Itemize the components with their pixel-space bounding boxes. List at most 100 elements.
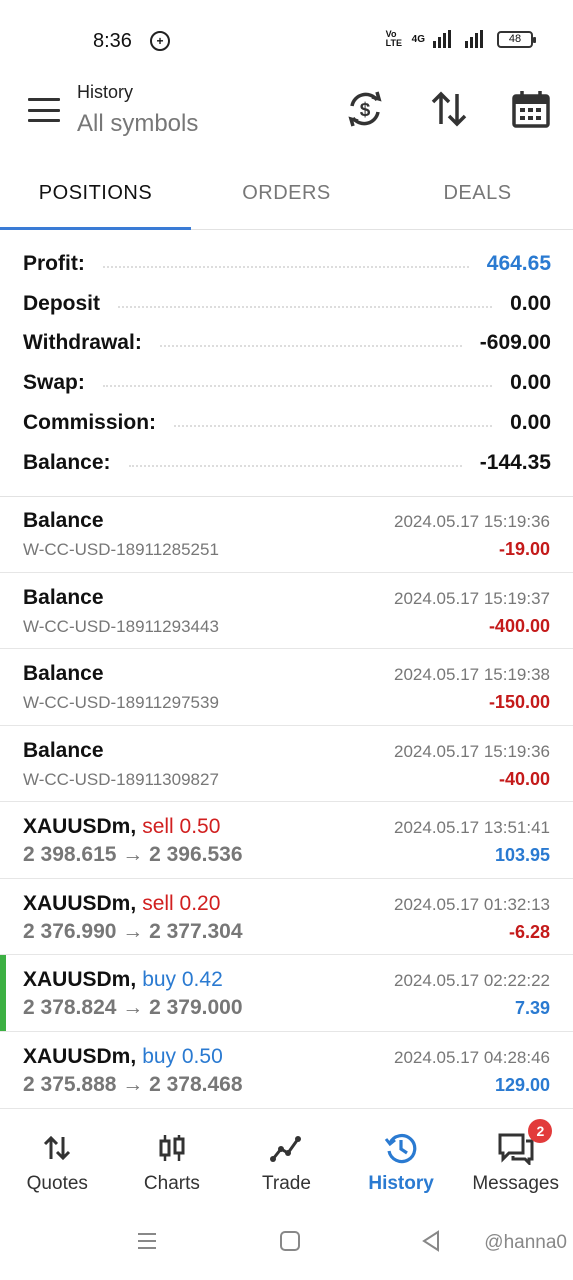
symbol-name: XAUUSDm, [23,815,137,838]
price-range: 2 398.615 → 2 396.536 [23,843,243,866]
network-type: 4G [411,33,425,45]
back-icon[interactable] [420,1230,442,1252]
deal-comment: W-CC-USD-18911297539 [23,693,219,712]
deal-type: Balance [23,662,104,685]
position-time: 2024.05.17 04:28:46 [394,1047,550,1067]
summary-value: 0.00 [510,411,551,435]
symbol-name: XAUUSDm, [23,968,137,991]
position-symbol: XAUUSDm, sell 0.20 [23,892,220,916]
nav-charts[interactable]: Charts [115,1109,230,1210]
price-range: 2 376.990 → 2 377.304 [23,919,243,943]
tab-deals[interactable]: DEALS [382,160,573,229]
position-time: 2024.05.17 01:32:13 [394,894,550,914]
dotted-leader [159,345,462,348]
tab-positions[interactable]: POSITIONS [0,160,191,230]
position-profit: -6.28 [508,921,550,942]
list-item[interactable]: Balance W-CC-USD-18911309827 2024.05.17 … [0,726,573,802]
deal-type: Balance [23,509,104,532]
trade-side: buy 0.42 [142,968,223,991]
summary-label: Swap: [23,371,85,395]
position-row[interactable]: XAUUSDm, buy 0.42 2 378.824 → 2 379.000 2… [0,955,573,1032]
list-item[interactable]: Balance W-CC-USD-18911293443 2024.05.17 … [0,573,573,649]
system-navigation: @hanna0 [0,1210,573,1280]
position-profit: 129.00 [494,1074,550,1095]
summary-value: -609.00 [479,331,551,355]
summary-label: Deposit [23,291,101,315]
signal-2-icon [465,30,483,48]
menu-icon[interactable] [28,98,60,122]
home-icon[interactable] [279,1230,301,1252]
watermark: @hanna0 [484,1232,567,1253]
dotted-leader [174,425,493,428]
quotes-icon [44,1135,71,1161]
deal-type: Balance [23,585,104,609]
position-profit: 103.95 [494,845,550,865]
history-list: Balance W-CC-USD-18911285251 2024.05.17 … [0,496,573,1108]
summary-value: 0.00 [510,291,551,315]
summary-deposit: Deposit 0.00 [23,284,551,324]
app-header: History All symbols $ [0,80,573,160]
symbol-filter[interactable]: All symbols [77,110,198,138]
summary-balance: Balance: -144.35 [23,443,551,483]
position-row[interactable]: XAUUSDm, sell 0.50 2 398.615 → 2 396.536 … [0,802,573,879]
history-tabs: POSITIONS ORDERS DEALS [0,160,573,230]
summary-label: Profit: [23,251,85,275]
summary-withdrawal: Withdrawal: -609.00 [23,324,551,364]
position-profit: 7.39 [514,998,550,1018]
deal-time: 2024.05.17 15:19:38 [394,665,550,684]
position-time: 2024.05.17 13:51:41 [394,818,550,837]
currency-exchange-icon[interactable]: $ [344,88,386,130]
trade-side: sell 0.20 [142,891,221,915]
nav-label: Messages [472,1173,559,1194]
selected-indicator [0,955,6,1031]
summary-commission: Commission: 0.00 [23,403,551,443]
summary-label: Withdrawal: [23,331,142,355]
sort-icon[interactable] [428,88,470,130]
trade-side: buy 0.50 [142,1044,223,1068]
status-icons: Vo LTE 4G 48 [386,30,536,48]
tab-orders[interactable]: ORDERS [191,160,382,229]
bottom-navigation: Quotes Charts Trade History 2 Messages [0,1108,573,1210]
deal-time: 2024.05.17 15:19:36 [394,741,550,761]
summary-panel: Profit: 464.65 Deposit 0.00 Withdrawal: … [23,244,551,483]
deal-amount: -400.00 [488,615,550,636]
position-symbol: XAUUSDm, buy 0.42 [23,968,223,992]
trade-chart-icon [270,1136,302,1162]
position-symbol: XAUUSDm, buy 0.50 [23,1045,223,1069]
battery-icon: 48 [497,30,536,48]
status-bar: 8:36 + Vo LTE 4G 48 [0,0,573,80]
nav-quotes[interactable]: Quotes [0,1109,115,1210]
nav-trade[interactable]: Trade [229,1109,344,1210]
position-symbol: XAUUSDm, sell 0.50 [23,815,220,839]
trade-side: sell 0.50 [142,815,221,838]
list-item[interactable]: Balance W-CC-USD-18911297539 2024.05.17 … [0,649,573,726]
dotted-leader [102,265,469,268]
list-item[interactable]: Balance W-CC-USD-18911285251 2024.05.17 … [0,496,573,573]
deal-comment: W-CC-USD-18911285251 [23,540,219,559]
svg-text:$: $ [360,100,371,121]
nav-history[interactable]: History [344,1109,459,1210]
candlestick-icon [159,1135,185,1161]
position-row[interactable]: XAUUSDm, buy 0.50 2 375.888 → 2 378.468 2… [0,1032,573,1109]
calendar-icon[interactable] [510,88,552,130]
recents-icon[interactable] [136,1230,158,1252]
nav-label: Charts [143,1173,200,1194]
summary-value: -144.35 [479,450,551,474]
nav-messages[interactable]: 2 Messages [458,1109,573,1210]
dotted-leader [128,464,462,467]
dotted-leader [118,305,493,308]
deal-comment: W-CC-USD-18911293443 [23,616,219,636]
symbol-name: XAUUSDm, [23,891,137,915]
sync-status-icon: + [150,31,170,51]
symbol-name: XAUUSDm, [23,1044,137,1068]
position-time: 2024.05.17 02:22:22 [394,971,550,990]
deal-time: 2024.05.17 15:19:37 [394,588,550,608]
deal-comment: W-CC-USD-18911309827 [23,769,219,789]
summary-label: Balance: [23,450,111,474]
summary-value: 464.65 [486,251,551,275]
messages-badge: 2 [528,1119,553,1143]
position-row[interactable]: XAUUSDm, sell 0.20 2 376.990 → 2 377.304 … [0,879,573,955]
summary-swap: Swap: 0.00 [23,363,551,403]
summary-label: Commission: [23,411,157,435]
clock: 8:36 [93,30,132,52]
